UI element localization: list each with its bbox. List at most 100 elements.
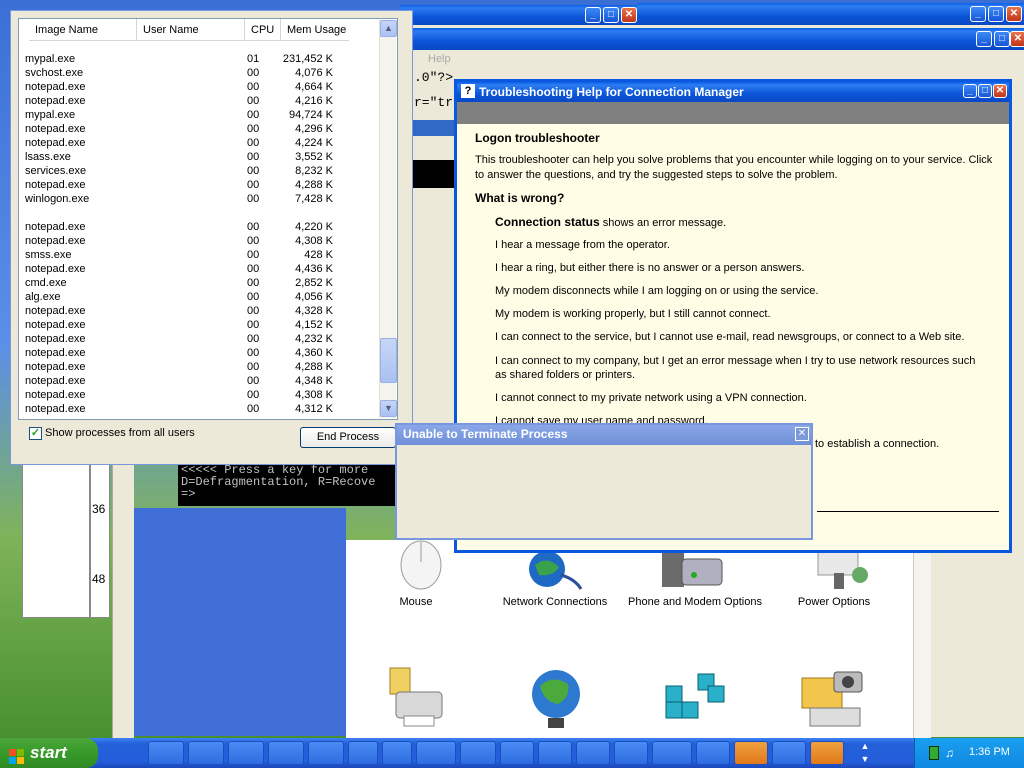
minimize-button[interactable]: _ (585, 7, 601, 23)
table-row[interactable]: lsass.exe 00 3,552 K (19, 150, 379, 164)
taskbar-button[interactable] (500, 741, 534, 765)
scroll-thumb[interactable] (380, 338, 397, 383)
table-row[interactable]: mypal.exe 01 231,452 K (19, 52, 379, 66)
table-row[interactable]: services.exe 00 8,232 K (19, 164, 379, 178)
error-dialog-titlebar[interactable]: Unable to Terminate Process (397, 425, 811, 445)
column-header-mem-usage[interactable]: Mem Usage (281, 19, 349, 41)
close-button[interactable]: ✕ (1010, 31, 1024, 47)
taskbar-button[interactable] (348, 741, 378, 765)
table-row[interactable]: notepad.exe 00 4,216 K (19, 94, 379, 108)
help-item[interactable]: My modem disconnects while I am logging … (495, 285, 818, 297)
close-button[interactable]: ✕ (795, 427, 809, 441)
process-list[interactable]: Image Name User Name CPU Mem Usage mypal… (18, 18, 398, 420)
maximize-button[interactable]: □ (994, 31, 1010, 47)
table-row[interactable]: notepad.exe 00 4,312 K (19, 402, 379, 416)
help-item[interactable]: My modem is working properly, but I stil… (495, 308, 771, 320)
table-row[interactable] (19, 206, 379, 220)
table-row[interactable]: svchost.exe 00 4,076 K (19, 66, 379, 80)
taskbar-button[interactable] (416, 741, 456, 765)
maximize-button[interactable]: □ (603, 7, 619, 23)
table-row[interactable]: notepad.exe 00 4,152 K (19, 318, 379, 332)
maximize-button[interactable]: □ (988, 6, 1004, 22)
table-row[interactable]: winlogon.exe 00 7,428 K (19, 192, 379, 206)
help-item[interactable]: I hear a message from the operator. (495, 239, 670, 251)
background-window-titlebar-3[interactable] (413, 28, 1024, 50)
table-row[interactable]: notepad.exe 00 4,288 K (19, 178, 379, 192)
help-item-partial[interactable]: to establish a connection. (815, 438, 939, 450)
close-button[interactable]: ✕ (993, 84, 1007, 98)
taskbar-button[interactable] (268, 741, 304, 765)
control-panel-scrollbar[interactable] (913, 540, 931, 738)
process-list-scrollbar[interactable]: ▲ ▼ (379, 20, 397, 418)
table-row[interactable]: notepad.exe 00 4,348 K (19, 374, 379, 388)
help-item[interactable]: Connection status shows an error message… (495, 215, 726, 229)
table-row[interactable]: notepad.exe 00 4,328 K (19, 304, 379, 318)
taskbar-button-active[interactable] (810, 741, 844, 765)
help-item[interactable]: I hear a ring, but either there is no an… (495, 262, 804, 274)
side-scrollbar[interactable] (112, 440, 134, 738)
minimize-button[interactable]: _ (963, 84, 977, 98)
table-row[interactable]: mypal.exe 00 94,724 K (19, 108, 379, 122)
minimize-button[interactable]: _ (976, 31, 992, 47)
taskbar-button[interactable] (772, 741, 806, 765)
taskbar-button[interactable] (652, 741, 692, 765)
menu-help[interactable]: Help (428, 53, 451, 65)
show-all-checkbox[interactable]: ✓ (29, 427, 42, 440)
taskbar-button[interactable] (460, 741, 496, 765)
help-window-titlebar[interactable]: ? Troubleshooting Help for Connection Ma… (457, 82, 1009, 102)
table-row[interactable]: notepad.exe 00 4,288 K (19, 360, 379, 374)
phone-modem-label[interactable]: Phone and Modem Options (625, 596, 765, 608)
background-window-titlebar-2[interactable] (637, 3, 1024, 25)
maximize-button[interactable]: □ (978, 84, 992, 98)
background-window-titlebar[interactable] (400, 5, 637, 25)
table-row[interactable]: notepad.exe 00 4,436 K (19, 262, 379, 276)
table-row[interactable]: notepad.exe 00 4,360 K (19, 346, 379, 360)
registry-icon[interactable] (660, 668, 726, 730)
show-all-label[interactable]: Show processes from all users (45, 427, 195, 439)
network-connections-label[interactable]: Network Connections (485, 596, 625, 608)
column-header-image-name[interactable]: Image Name (29, 19, 137, 41)
mouse-icon[interactable] (396, 540, 446, 590)
scanner-camera-icon[interactable] (800, 668, 866, 730)
power-options-label[interactable]: Power Options (764, 596, 904, 608)
close-button[interactable]: ✕ (1006, 6, 1022, 22)
taskbar-button[interactable] (538, 741, 572, 765)
table-row[interactable]: notepad.exe 00 4,224 K (19, 136, 379, 150)
help-item[interactable]: I can connect to my company, but I get a… (495, 354, 985, 382)
taskbar-button[interactable] (382, 741, 412, 765)
taskbar-scroll-arrows[interactable]: ▲ ▼ (858, 740, 872, 766)
clock[interactable]: 1:36 PM (969, 746, 1010, 758)
mouse-label[interactable]: Mouse (346, 596, 486, 608)
network-tray-icon[interactable] (929, 746, 939, 760)
table-row[interactable]: cmd.exe 00 2,852 K (19, 276, 379, 290)
printers-icon[interactable] (384, 666, 448, 730)
table-row[interactable]: notepad.exe 00 4,308 K (19, 234, 379, 248)
globe-icon[interactable] (530, 668, 582, 730)
close-button[interactable]: ✕ (621, 7, 637, 23)
scroll-up-button[interactable]: ▲ (380, 20, 397, 37)
table-row[interactable]: notepad.exe 00 4,296 K (19, 122, 379, 136)
console-window[interactable]: <<<<< Press a key for more D=Defragmenta… (178, 462, 398, 506)
quicklaunch-icon[interactable] (112, 741, 138, 765)
start-button[interactable]: start (0, 738, 98, 768)
table-row[interactable]: notepad.exe 00 4,664 K (19, 80, 379, 94)
table-row[interactable]: smss.exe 00 428 K (19, 248, 379, 262)
table-row[interactable]: alg.exe 00 4,056 K (19, 290, 379, 304)
minimize-button[interactable]: _ (970, 6, 986, 22)
taskbar-button-help-active[interactable] (734, 741, 768, 765)
taskbar-button[interactable] (188, 741, 224, 765)
taskbar-button[interactable] (576, 741, 610, 765)
taskbar-button[interactable] (228, 741, 264, 765)
taskbar-button[interactable] (148, 741, 184, 765)
table-row[interactable]: notepad.exe 00 4,308 K (19, 388, 379, 402)
scroll-down-button[interactable]: ▼ (380, 400, 397, 417)
help-item[interactable]: I cannot connect to my private network u… (495, 392, 807, 404)
help-item[interactable]: I can connect to the service, but I cann… (495, 331, 964, 343)
help-scrollbar[interactable] (1012, 79, 1024, 553)
taskbar-button[interactable] (696, 741, 730, 765)
table-row[interactable]: notepad.exe 00 4,232 K (19, 332, 379, 346)
taskbar-button[interactable] (614, 741, 648, 765)
taskbar-button[interactable] (308, 741, 344, 765)
speaker-tray-icon[interactable]: ♫ (945, 746, 954, 760)
column-header-cpu[interactable]: CPU (245, 19, 281, 41)
